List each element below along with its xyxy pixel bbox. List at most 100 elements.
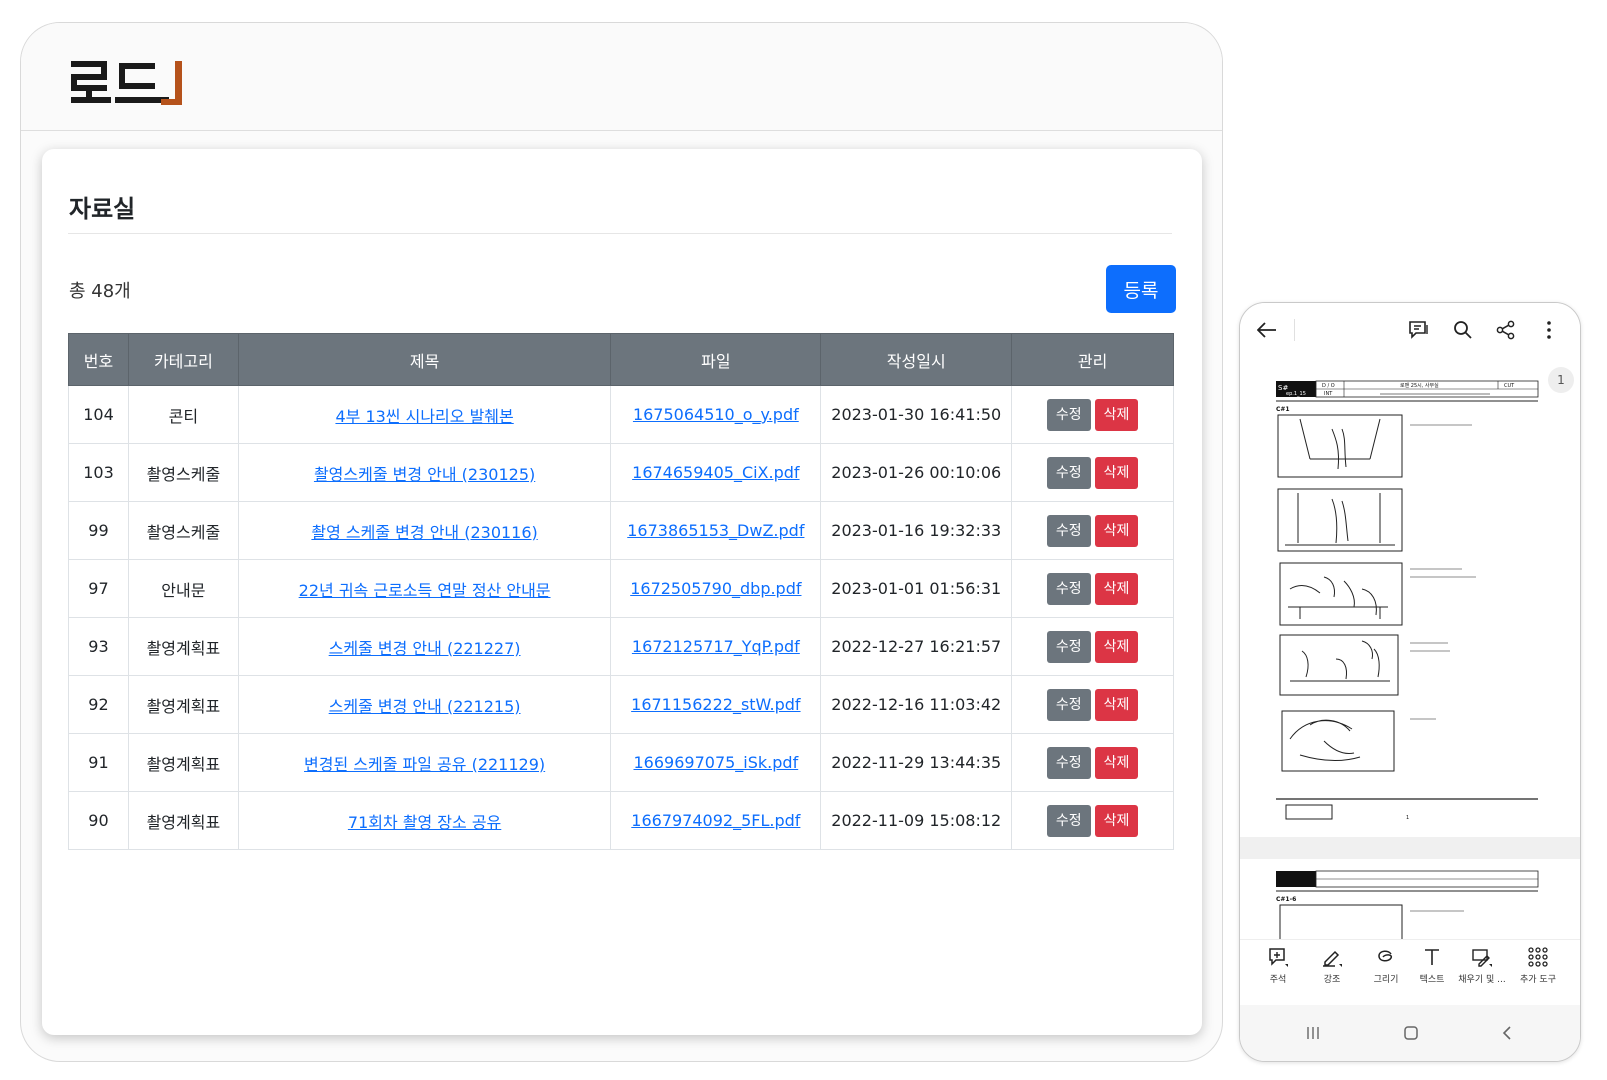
table-row: 99 촬영스케줄 촬영 스케줄 변경 안내 (230116) 167386515… — [68, 501, 1174, 560]
file-download-link[interactable]: 1673865153_DwZ.pdf — [627, 521, 804, 540]
post-title-link[interactable]: 촬영 스케줄 변경 안내 (230116) — [311, 523, 537, 542]
file-download-link[interactable]: 1671156222_stW.pdf — [631, 695, 800, 714]
edit-button[interactable]: 수정 — [1046, 804, 1091, 837]
pdf-location: 로맨 25시, 사무실 — [1400, 382, 1439, 389]
road-logo[interactable] — [71, 61, 186, 111]
search-icon[interactable] — [1448, 315, 1478, 345]
cell-manage: 수정 삭제 — [1011, 617, 1174, 676]
tool-comment[interactable]: 주석 — [1250, 946, 1306, 985]
cell-no: 99 — [68, 501, 129, 560]
cell-manage: 수정 삭제 — [1011, 501, 1174, 560]
file-download-link[interactable]: 1667974092_5FL.pdf — [631, 811, 800, 830]
table-row: 90 촬영계획표 71회차 촬영 장소 공유 1667974092_5FL.pd… — [68, 791, 1174, 850]
edit-button[interactable]: 수정 — [1046, 456, 1091, 489]
cell-file: 1671156222_stW.pdf — [610, 675, 822, 734]
cell-title: 촬영 스케줄 변경 안내 (230116) — [237, 501, 612, 560]
pdf-page-footer: 1 — [1406, 815, 1409, 821]
cell-category: 촬영계획표 — [127, 733, 239, 792]
pdf-canvas[interactable]: S# ep.1_15 D / O INT 로맨 25시, 사무실 CUT C#1 — [1240, 359, 1580, 939]
pdf-cut-number-2: C#1-6 — [1276, 896, 1296, 903]
cell-file: 1672505790_dbp.pdf — [610, 559, 822, 618]
edit-button[interactable]: 수정 — [1046, 746, 1091, 779]
cell-date: 2023-01-30 16:41:50 — [820, 385, 1013, 444]
file-download-link[interactable]: 1669697075_iSk.pdf — [634, 753, 799, 772]
share-icon[interactable] — [1491, 315, 1521, 345]
site-header — [21, 23, 1222, 131]
edit-button[interactable]: 수정 — [1046, 572, 1091, 605]
cell-date: 2022-12-27 16:21:57 — [820, 617, 1013, 676]
delete-button[interactable]: 삭제 — [1094, 746, 1139, 779]
more-options-icon[interactable] — [1534, 315, 1564, 345]
delete-button[interactable]: 삭제 — [1094, 572, 1139, 605]
register-button[interactable]: 등록 — [1106, 265, 1176, 313]
back-arrow-icon[interactable] — [1252, 315, 1282, 345]
file-download-link[interactable]: 1674659405_CiX.pdf — [632, 463, 799, 482]
cell-no: 93 — [68, 617, 129, 676]
delete-button[interactable]: 삭제 — [1094, 688, 1139, 721]
cell-no: 103 — [68, 443, 129, 502]
cell-file: 1673865153_DwZ.pdf — [610, 501, 822, 560]
cell-title: 촬영스케줄 변경 안내 (230125) — [237, 443, 612, 502]
edit-button[interactable]: 수정 — [1046, 630, 1091, 663]
post-title-link[interactable]: 스케줄 변경 안내 (221227) — [329, 639, 521, 658]
recent-apps-icon[interactable] — [1298, 1021, 1328, 1045]
post-title-link[interactable]: 4부 13씬 시나리오 발췌본 — [335, 407, 513, 426]
archive-card: 자료실 총 48개 등록 번호 카테고리 제목 파일 작성일시 관리 104 콘… — [42, 149, 1202, 1035]
file-download-link[interactable]: 1672505790_dbp.pdf — [630, 579, 801, 598]
highlight-pen-icon — [1323, 950, 1342, 967]
desktop-browser-frame: 자료실 총 48개 등록 번호 카테고리 제목 파일 작성일시 관리 104 콘… — [20, 22, 1223, 1062]
cell-category: 촬영계획표 — [127, 617, 239, 676]
tool-highlight[interactable]: 강조 — [1304, 946, 1360, 985]
header-title: 제목 — [237, 333, 612, 386]
comment-list-icon[interactable] — [1404, 315, 1434, 345]
cell-manage: 수정 삭제 — [1011, 675, 1174, 734]
cell-date: 2022-12-16 11:03:42 — [820, 675, 1013, 734]
tool-text[interactable]: 텍스트 — [1404, 946, 1460, 985]
tool-text-label: 텍스트 — [1419, 975, 1445, 985]
header-file: 파일 — [610, 333, 822, 386]
tool-more[interactable]: 추가 도구 — [1510, 946, 1566, 985]
cell-title: 변경된 스케줄 파일 공유 (221129) — [237, 733, 612, 792]
post-title-link[interactable]: 스케줄 변경 안내 (221215) — [329, 697, 521, 716]
header-no: 번호 — [68, 333, 129, 386]
edit-button[interactable]: 수정 — [1046, 688, 1091, 721]
back-nav-icon[interactable] — [1492, 1021, 1522, 1045]
cell-category: 콘티 — [127, 385, 239, 444]
delete-button[interactable]: 삭제 — [1094, 398, 1139, 431]
tool-fill-sign-label: 채우기 및 ... — [1458, 975, 1506, 985]
cell-title: 22년 귀속 근로소득 연말 정산 안내문 — [237, 559, 612, 618]
delete-button[interactable]: 삭제 — [1094, 456, 1139, 489]
post-title-link[interactable]: 촬영스케줄 변경 안내 (230125) — [314, 465, 535, 484]
cell-title: 4부 13씬 시나리오 발췌본 — [237, 385, 612, 444]
pdf-cut-label: CUT — [1504, 383, 1515, 389]
page-indicator: 1 — [1548, 367, 1574, 393]
delete-button[interactable]: 삭제 — [1094, 514, 1139, 547]
fill-sign-icon — [1472, 949, 1492, 967]
table-row: 97 안내문 22년 귀속 근로소득 연말 정산 안내문 1672505790_… — [68, 559, 1174, 618]
edit-button[interactable]: 수정 — [1046, 398, 1091, 431]
more-tools-icon — [1528, 947, 1548, 967]
cell-date: 2022-11-29 13:44:35 — [820, 733, 1013, 792]
cell-no: 97 — [68, 559, 129, 618]
pdf-int-label: INT — [1324, 391, 1333, 397]
draw-icon — [1378, 950, 1393, 962]
cell-category: 촬영스케줄 — [127, 443, 239, 502]
edit-button[interactable]: 수정 — [1046, 514, 1091, 547]
viewer-toolbar — [1240, 303, 1580, 357]
post-title-link[interactable]: 변경된 스케줄 파일 공유 (221129) — [304, 755, 545, 774]
delete-button[interactable]: 삭제 — [1094, 630, 1139, 663]
delete-button[interactable]: 삭제 — [1094, 804, 1139, 837]
cell-category: 안내문 — [127, 559, 239, 618]
mobile-pdf-viewer: S# ep.1_15 D / O INT 로맨 25시, 사무실 CUT C#1 — [1239, 302, 1581, 1062]
file-download-link[interactable]: 1675064510_o_y.pdf — [633, 405, 799, 424]
table-row: 93 촬영계획표 스케줄 변경 안내 (221227) 1672125717_Y… — [68, 617, 1174, 676]
cell-manage: 수정 삭제 — [1011, 791, 1174, 850]
file-download-link[interactable]: 1672125717_YqP.pdf — [632, 637, 800, 656]
header-manage: 관리 — [1011, 333, 1174, 386]
table-row: 92 촬영계획표 스케줄 변경 안내 (221215) 1671156222_s… — [68, 675, 1174, 734]
home-icon[interactable] — [1396, 1021, 1426, 1045]
post-title-link[interactable]: 22년 귀속 근로소득 연말 정산 안내문 — [299, 581, 551, 600]
post-title-link[interactable]: 71회차 촬영 장소 공유 — [348, 813, 501, 832]
cell-title: 스케줄 변경 안내 (221215) — [237, 675, 612, 734]
tool-fill-sign[interactable]: 채우기 및 ... — [1454, 946, 1510, 985]
